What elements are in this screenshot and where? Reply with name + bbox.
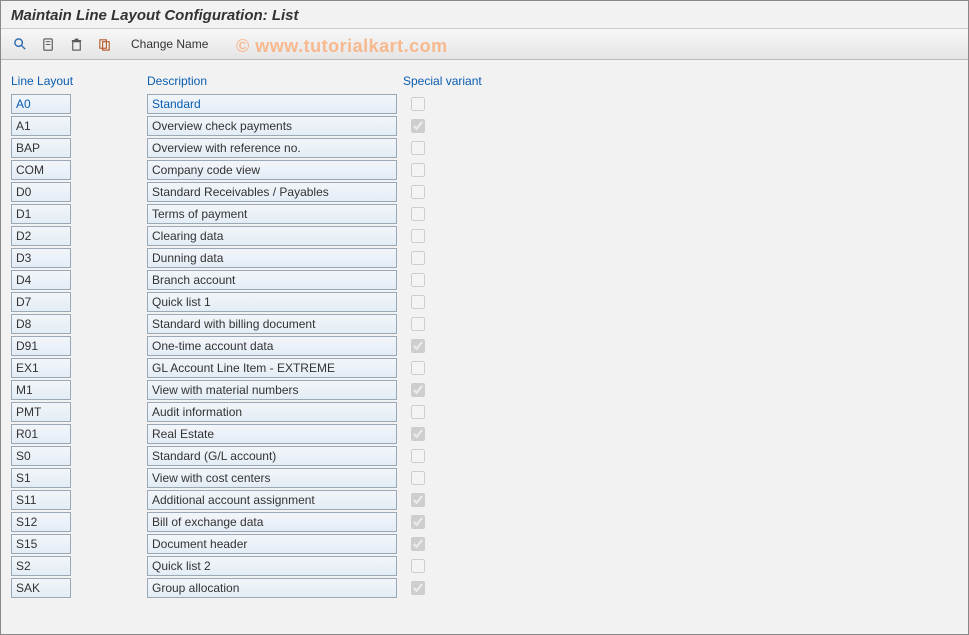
- col-header-description[interactable]: Description: [147, 74, 397, 92]
- line-layout-description[interactable]: [147, 512, 397, 532]
- create-icon[interactable]: [37, 33, 59, 55]
- line-layout-description[interactable]: [147, 138, 397, 158]
- line-layout-description[interactable]: [147, 226, 397, 246]
- special-variant-checkbox[interactable]: [411, 119, 425, 133]
- special-variant-checkbox[interactable]: [411, 383, 425, 397]
- line-layout-description[interactable]: [147, 534, 397, 554]
- line-layout-code[interactable]: [11, 358, 71, 378]
- special-variant-checkbox[interactable]: [411, 207, 425, 221]
- line-layout-code[interactable]: [11, 402, 71, 422]
- line-layout-code[interactable]: [11, 160, 71, 180]
- detail-icon[interactable]: [9, 33, 31, 55]
- content: Line Layout Description Special variant: [1, 60, 968, 608]
- line-layout-code[interactable]: [11, 490, 71, 510]
- special-variant-checkbox[interactable]: [411, 295, 425, 309]
- line-layout-code[interactable]: [11, 380, 71, 400]
- line-layout-code[interactable]: [11, 138, 71, 158]
- line-layout-description[interactable]: [147, 424, 397, 444]
- line-layout-description[interactable]: [147, 446, 397, 466]
- line-layout-description[interactable]: [147, 94, 397, 114]
- special-variant-checkbox[interactable]: [411, 515, 425, 529]
- line-layout-description[interactable]: [147, 292, 397, 312]
- page-title: Maintain Line Layout Configuration: List: [1, 1, 968, 29]
- special-variant-checkbox[interactable]: [411, 97, 425, 111]
- special-variant-checkbox[interactable]: [411, 163, 425, 177]
- col-header-line-layout[interactable]: Line Layout: [11, 74, 141, 92]
- line-layout-code[interactable]: [11, 314, 71, 334]
- line-layout-code[interactable]: [11, 182, 71, 202]
- toolbar: Change Name: [1, 29, 968, 60]
- line-layout-code[interactable]: [11, 556, 71, 576]
- line-layout-description[interactable]: [147, 490, 397, 510]
- special-variant-checkbox[interactable]: [411, 361, 425, 375]
- special-variant-checkbox[interactable]: [411, 581, 425, 595]
- special-variant-checkbox[interactable]: [411, 339, 425, 353]
- line-layout-code[interactable]: [11, 94, 71, 114]
- line-layout-description[interactable]: [147, 578, 397, 598]
- special-variant-checkbox[interactable]: [411, 427, 425, 441]
- special-variant-checkbox[interactable]: [411, 449, 425, 463]
- special-variant-checkbox[interactable]: [411, 251, 425, 265]
- change-name-button[interactable]: Change Name: [127, 35, 212, 53]
- line-layout-code[interactable]: [11, 204, 71, 224]
- line-layout-code[interactable]: [11, 292, 71, 312]
- col-header-special[interactable]: Special variant: [403, 74, 543, 92]
- line-layout-code[interactable]: [11, 578, 71, 598]
- line-layout-description[interactable]: [147, 182, 397, 202]
- line-layout-code[interactable]: [11, 270, 71, 290]
- line-layout-description[interactable]: [147, 160, 397, 180]
- line-layout-description[interactable]: [147, 248, 397, 268]
- special-variant-checkbox[interactable]: [411, 405, 425, 419]
- line-layout-code[interactable]: [11, 512, 71, 532]
- line-layout-code[interactable]: [11, 226, 71, 246]
- line-layout-description[interactable]: [147, 358, 397, 378]
- delete-icon[interactable]: [65, 33, 87, 55]
- layout-grid: Line Layout Description Special variant: [11, 74, 958, 598]
- copy-icon[interactable]: [93, 33, 115, 55]
- line-layout-description[interactable]: [147, 116, 397, 136]
- special-variant-checkbox[interactable]: [411, 493, 425, 507]
- line-layout-code[interactable]: [11, 424, 71, 444]
- line-layout-description[interactable]: [147, 204, 397, 224]
- line-layout-code[interactable]: [11, 336, 71, 356]
- special-variant-checkbox[interactable]: [411, 317, 425, 331]
- line-layout-description[interactable]: [147, 402, 397, 422]
- special-variant-checkbox[interactable]: [411, 185, 425, 199]
- special-variant-checkbox[interactable]: [411, 537, 425, 551]
- line-layout-code[interactable]: [11, 534, 71, 554]
- line-layout-description[interactable]: [147, 314, 397, 334]
- special-variant-checkbox[interactable]: [411, 229, 425, 243]
- line-layout-description[interactable]: [147, 270, 397, 290]
- line-layout-code[interactable]: [11, 468, 71, 488]
- line-layout-description[interactable]: [147, 336, 397, 356]
- special-variant-checkbox[interactable]: [411, 273, 425, 287]
- special-variant-checkbox[interactable]: [411, 471, 425, 485]
- line-layout-description[interactable]: [147, 556, 397, 576]
- line-layout-code[interactable]: [11, 446, 71, 466]
- line-layout-description[interactable]: [147, 468, 397, 488]
- special-variant-checkbox[interactable]: [411, 559, 425, 573]
- line-layout-code[interactable]: [11, 248, 71, 268]
- line-layout-description[interactable]: [147, 380, 397, 400]
- special-variant-checkbox[interactable]: [411, 141, 425, 155]
- line-layout-code[interactable]: [11, 116, 71, 136]
